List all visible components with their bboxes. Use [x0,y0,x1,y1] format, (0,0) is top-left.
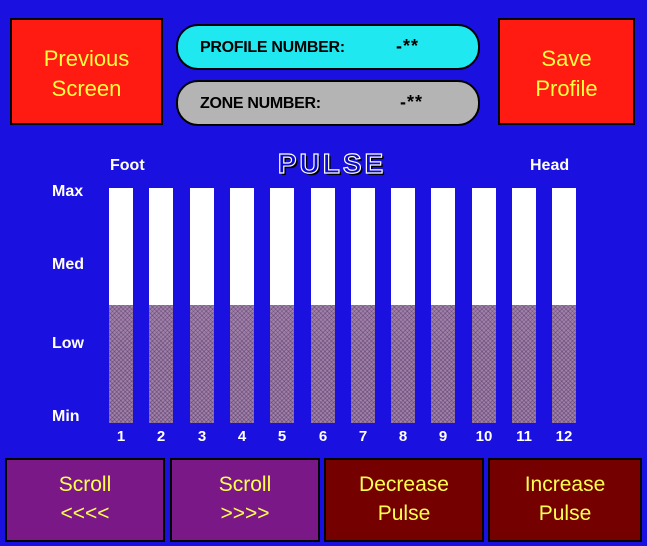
increase-pulse-label-line1: Increase [524,473,606,496]
pulse-bar-fill-4 [230,305,254,423]
pulse-bar-fill-2 [149,305,173,423]
chart-title: PULSE [277,147,387,179]
zone-number-label-1: 1 [116,428,126,445]
pulse-bar-fill-12 [552,305,576,423]
previous-screen-button[interactable]: Previous Screen [10,18,163,125]
decrease-pulse-label-line2: Pulse [377,502,431,525]
pulse-bar-1[interactable] [109,188,133,423]
pulse-bar-3[interactable] [190,188,214,423]
pulse-bar-fill-9 [431,305,455,423]
zone-number-label-9: 9 [438,428,448,445]
scroll-left-button[interactable]: Scroll <<<< [5,458,165,542]
scroll-right-button[interactable]: Scroll >>>> [170,458,320,542]
zone-number-label: ZONE NUMBER: [200,95,321,112]
pulse-bar-9[interactable] [431,188,455,423]
decrease-pulse-button[interactable]: Decrease Pulse [324,458,484,542]
head-label: Head [530,157,570,174]
zone-number-label-5: 5 [277,428,287,445]
pulse-bar-11[interactable] [512,188,536,423]
increase-pulse-label-line2: Pulse [538,502,592,525]
y-tick-max: Max [52,183,84,200]
pulse-bar-fill-10 [472,305,496,423]
zone-number-label-11: 11 [516,428,532,445]
pulse-bar-fill-8 [391,305,415,423]
pulse-bar-4[interactable] [230,188,254,423]
previous-screen-label-line1: Previous [43,46,130,71]
zone-number-label-6: 6 [318,428,328,445]
zone-number-field[interactable]: ZONE NUMBER: -** [176,80,480,126]
scroll-left-label-line1: Scroll [58,473,112,496]
zone-number-value: -** [400,92,424,112]
zone-number-label-3: 3 [197,428,207,445]
decrease-pulse-label-line1: Decrease [359,473,449,496]
save-profile-button[interactable]: Save Profile [498,18,635,125]
pulse-bar-10[interactable] [472,188,496,423]
pulse-bar-12[interactable] [552,188,576,423]
pulse-bar-fill-5 [270,305,294,423]
zone-number-label-4: 4 [237,428,247,445]
zone-number-label-12: 12 [555,428,573,445]
profile-number-field[interactable]: PROFILE NUMBER: -** [176,24,480,70]
increase-pulse-button[interactable]: Increase Pulse [488,458,642,542]
pulse-bar-fill-6 [311,305,335,423]
pulse-bar-fill-3 [190,305,214,423]
scroll-right-label-line2: >>>> [220,502,270,525]
zone-number-label-2: 2 [156,428,166,445]
pulse-bar-6[interactable] [311,188,335,423]
pulse-bar-8[interactable] [391,188,415,423]
save-profile-label-line1: Save [541,46,592,71]
save-profile-label-line2: Profile [535,76,598,101]
y-tick-min: Min [52,408,80,425]
profile-number-label: PROFILE NUMBER: [200,39,345,56]
pulse-bar-5[interactable] [270,188,294,423]
hmi-screen: Previous Screen PROFILE NUMBER: -** ZONE… [0,0,647,546]
y-tick-med: Med [52,256,84,273]
pulse-bar-fill-11 [512,305,536,423]
pulse-bar-fill-7 [351,305,375,423]
y-tick-low: Low [52,335,84,352]
zone-number-label-7: 7 [358,428,368,445]
zone-number-label-8: 8 [398,428,408,445]
scroll-right-label-line1: Scroll [218,473,272,496]
profile-number-value: -** [396,36,420,56]
pulse-bar-2[interactable] [149,188,173,423]
previous-screen-label-line2: Screen [51,76,122,101]
scroll-left-label-line2: <<<< [60,502,110,525]
zone-number-label-10: 10 [475,428,493,445]
pulse-bar-fill-1 [109,305,133,423]
pulse-bar-7[interactable] [351,188,375,423]
foot-label: Foot [110,157,145,174]
